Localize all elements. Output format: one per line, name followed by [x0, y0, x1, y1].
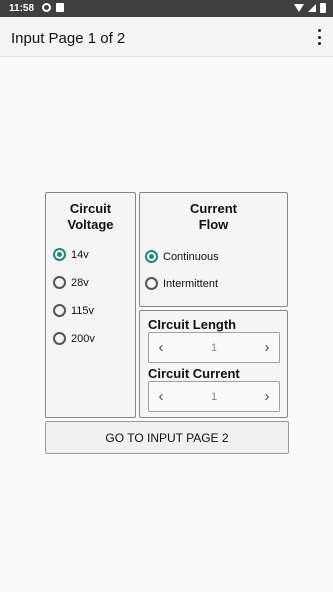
status-bar: 11:58 — [0, 0, 333, 17]
circuit-current-label: Circuit Current — [148, 366, 240, 381]
voltage-option-200v[interactable]: 200v — [53, 332, 95, 345]
signal-icon — [308, 4, 316, 12]
battery-icon — [320, 3, 326, 13]
flow-option-intermittent[interactable]: Intermittent — [145, 277, 218, 290]
voltage-option-14v[interactable]: 14v — [53, 248, 89, 261]
current-flow-panel: Current Flow Continuous Intermittent — [139, 192, 288, 307]
radio-checked-icon[interactable] — [145, 250, 158, 263]
voltage-option-115v[interactable]: 115v — [53, 304, 94, 317]
radio-unchecked-icon[interactable] — [53, 276, 66, 289]
settings-icon — [42, 3, 51, 12]
flow-option-continuous[interactable]: Continuous — [145, 250, 219, 263]
chevron-right-icon[interactable]: › — [255, 382, 279, 411]
chevron-right-icon[interactable]: › — [255, 333, 279, 362]
circuit-length-stepper[interactable]: ‹ 1 › — [148, 332, 280, 363]
sim-card-icon — [56, 3, 64, 12]
radio-checked-icon[interactable] — [53, 248, 66, 261]
circuit-voltage-panel: Circuit Voltage 14v 28v 115v 200v — [45, 192, 136, 418]
radio-unchecked-icon[interactable] — [53, 332, 66, 345]
more-vert-icon[interactable] — [316, 29, 322, 45]
wifi-icon — [294, 4, 304, 12]
circuit-params-panel: CIrcuit Length ‹ 1 › Circuit Current ‹ 1… — [139, 310, 288, 418]
circuit-length-label: CIrcuit Length — [148, 317, 237, 332]
go-to-input-page-2-button[interactable]: GO TO INPUT PAGE 2 — [45, 421, 289, 454]
page-title: Input Page 1 of 2 — [11, 30, 126, 47]
radio-unchecked-icon[interactable] — [53, 304, 66, 317]
radio-unchecked-icon[interactable] — [145, 277, 158, 290]
current-flow-title: Current Flow — [190, 201, 237, 232]
status-time: 11:58 — [9, 3, 35, 14]
circuit-current-stepper[interactable]: ‹ 1 › — [148, 381, 280, 412]
circuit-voltage-title: Circuit Voltage — [67, 201, 114, 232]
voltage-option-28v[interactable]: 28v — [53, 276, 89, 289]
app-bar: Input Page 1 of 2 — [0, 17, 333, 57]
